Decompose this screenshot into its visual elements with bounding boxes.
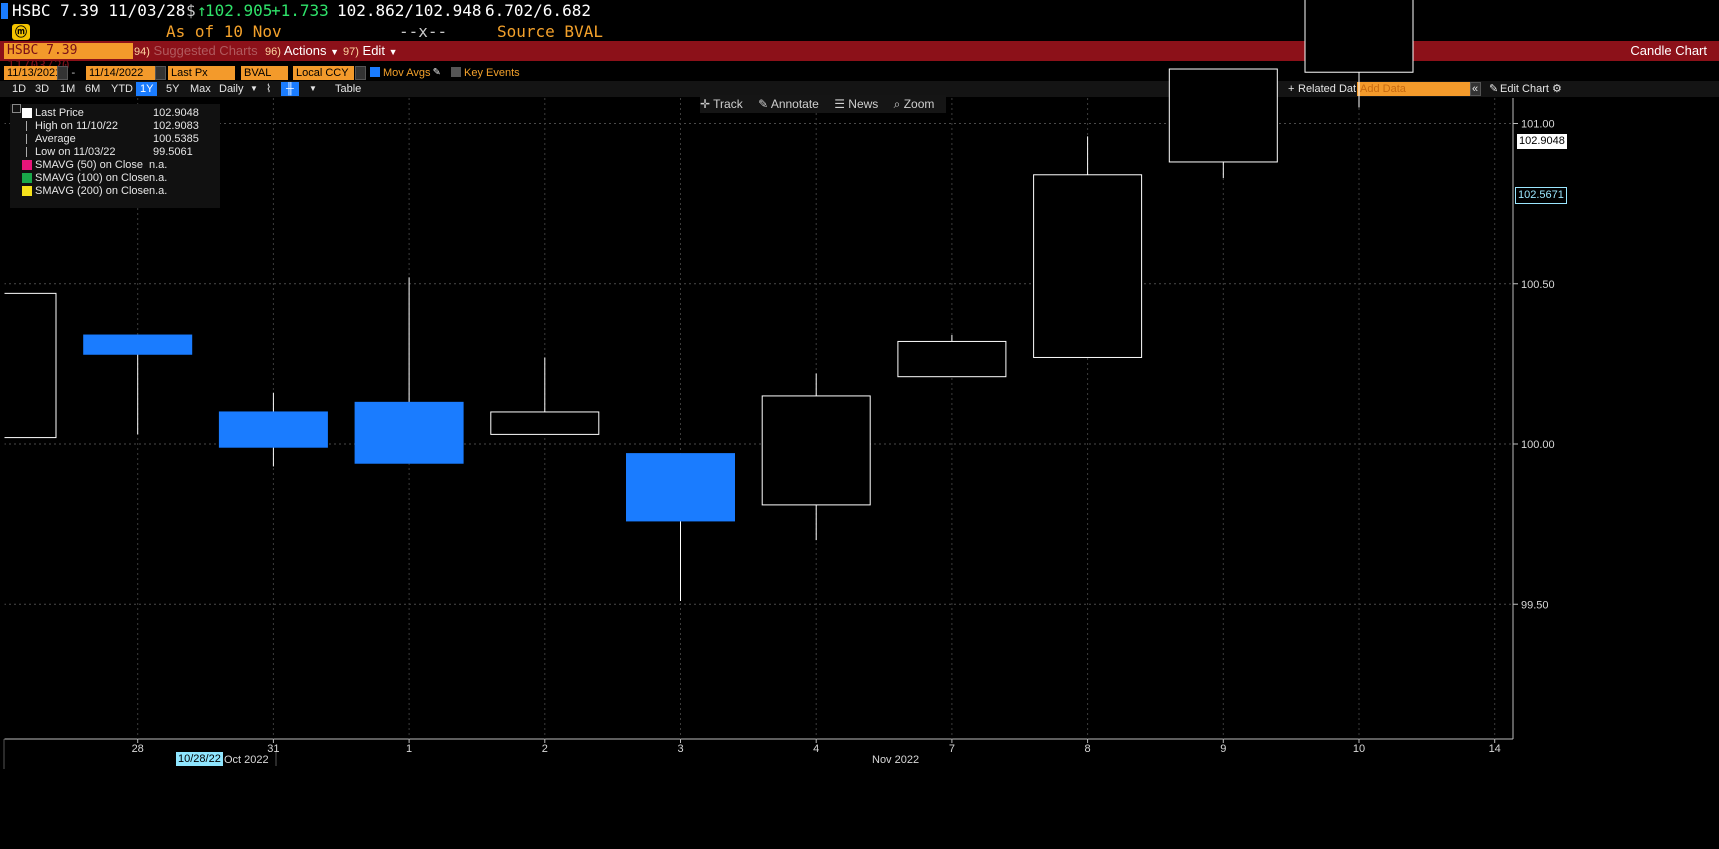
x-period-label: Oct 2022 (224, 754, 269, 766)
reference-price-tag: 102.5671 (1515, 187, 1567, 204)
legend-value: n.a. (149, 159, 168, 171)
annotate-label: Annotate (770, 97, 819, 111)
x-tick-label: 14 (1489, 743, 1501, 755)
candle-body (761, 395, 871, 506)
legend-swatch (22, 160, 32, 170)
news-icon: ☰ (834, 97, 849, 111)
pencil-icon: ✎ (758, 97, 771, 111)
legend-swatch (26, 121, 28, 131)
x-tick-label: 2 (542, 743, 548, 755)
legend-value: n.a. (149, 185, 168, 197)
candle-body (490, 411, 600, 435)
x-tick-label: 8 (1085, 743, 1091, 755)
crosshair-icon: ✛ (700, 97, 714, 111)
x-tick-label: 1 (406, 743, 412, 755)
legend-swatch (26, 134, 28, 144)
x-tick-label: 3 (677, 743, 683, 755)
legend-swatch (22, 108, 32, 118)
candle-body (1304, 0, 1414, 73)
legend-row: Average 100.5385 (10, 132, 220, 146)
x-tick-label: 28 (132, 743, 144, 755)
candle-body (218, 411, 328, 448)
news-label: News (848, 97, 879, 111)
zoom-label: Zoom (903, 97, 935, 111)
y-tick-label: 101.00 (1521, 119, 1555, 131)
legend-swatch (22, 173, 32, 183)
legend-row: Low on 11/03/22 99.5061 (10, 145, 220, 159)
y-tick-label: 100.00 (1521, 439, 1555, 451)
plot-left-mask (0, 98, 4, 739)
legend-label: SMAVG (50) on Close (35, 159, 144, 171)
x-tick-label: 9 (1220, 743, 1226, 755)
y-tick-label: 100.50 (1521, 279, 1555, 291)
annotate-tool[interactable]: ✎ Annotate (758, 95, 819, 113)
y-tick-label: 99.50 (1521, 599, 1549, 611)
legend-row: SMAVG (50) on Close n.a. (10, 158, 220, 172)
legend-value: n.a. (149, 172, 168, 184)
candle-body (1033, 174, 1143, 358)
legend-row: SMAVG (100) on Close n.a. (10, 171, 220, 185)
legend-value: 102.9083 (153, 120, 199, 132)
candle-body (0, 292, 57, 439)
legend-swatch (26, 147, 28, 157)
legend-value: 100.5385 (153, 133, 199, 145)
candle-body (354, 401, 464, 464)
x-period-label: Nov 2022 (872, 754, 919, 766)
legend-value: 99.5061 (153, 146, 193, 158)
candle-chart[interactable]: 99.50100.00100.50101.00101.50102.00102.5… (0, 0, 1719, 849)
legend-label: High on 11/10/22 (35, 120, 118, 132)
legend-row: Last Price 102.9048 (10, 106, 220, 120)
candle-body (83, 334, 193, 355)
x-tick-label: 10 (1353, 743, 1365, 755)
legend-label: SMAVG (200) on Close (35, 185, 150, 197)
legend-row: High on 11/10/22 102.9083 (10, 119, 220, 133)
news-tool[interactable]: ☰ News (834, 95, 878, 113)
legend-collapse-icon[interactable] (12, 104, 21, 113)
x-tick-label: 7 (949, 743, 955, 755)
legend-row: SMAVG (200) on Close n.a. (10, 184, 220, 198)
candle-body (626, 453, 735, 522)
legend-value: 102.9048 (153, 107, 199, 119)
chart-tool-strip: ✛ Track ✎ Annotate ☰ News ⌕ Zoom (700, 95, 947, 113)
magnifier-icon: ⌕ (893, 97, 904, 111)
x-tick-label: 31 (267, 743, 279, 755)
legend-label: Average (35, 133, 76, 145)
track-label: Track (713, 97, 743, 111)
track-tool[interactable]: ✛ Track (700, 95, 743, 113)
legend-label: SMAVG (100) on Close (35, 172, 150, 184)
legend-swatch (22, 186, 32, 196)
candle-body (1168, 68, 1278, 163)
legend-label: Low on 11/03/22 (35, 146, 116, 158)
zoom-tool[interactable]: ⌕ Zoom (894, 95, 935, 113)
candle-body (897, 340, 1007, 378)
legend-label: Last Price (35, 107, 84, 119)
last-price-tag: 102.9048 (1517, 134, 1567, 149)
chart-legend: Last Price 102.9048 High on 11/10/22 102.90… (10, 104, 220, 208)
x-tick-label: 4 (813, 743, 819, 755)
date-marker: 10/28/22 (176, 752, 223, 766)
